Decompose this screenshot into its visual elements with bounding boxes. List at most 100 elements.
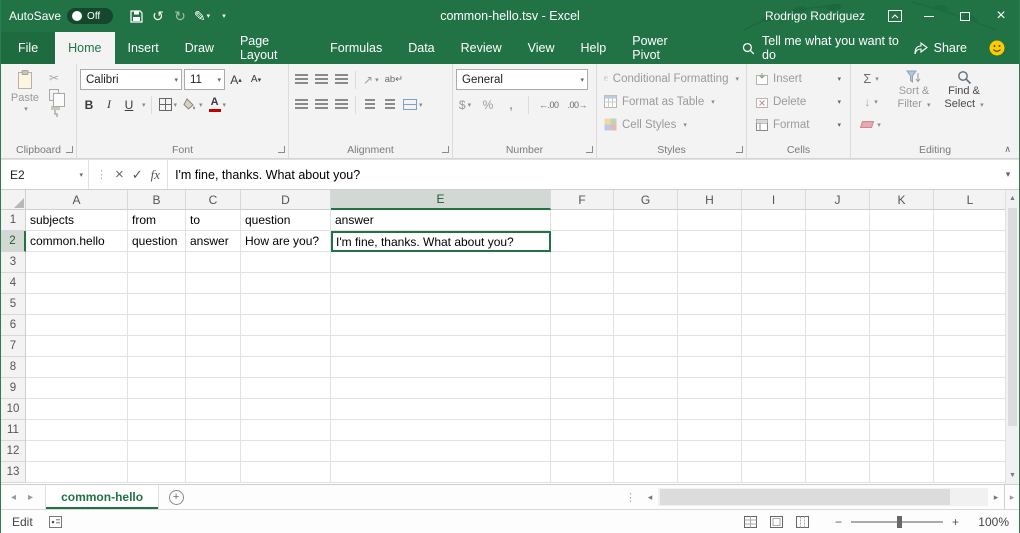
tab-draw[interactable]: Draw [172, 32, 227, 64]
insert-cells-button[interactable]: Insert ▾ [750, 67, 847, 90]
tab-insert[interactable]: Insert [115, 32, 172, 64]
cell-A2[interactable]: common.hello [26, 231, 128, 252]
cell-C12[interactable] [186, 441, 241, 462]
cell-K6[interactable] [870, 315, 934, 336]
cell-L9[interactable] [934, 378, 1005, 399]
fill-button[interactable]: ↓▾ [854, 90, 888, 113]
copy-button[interactable] [49, 89, 59, 101]
column-header-C[interactable]: C [186, 190, 241, 210]
delete-cells-button[interactable]: Delete ▾ [750, 90, 847, 113]
cell-K8[interactable] [870, 357, 934, 378]
clipboard-dialog-launcher[interactable] [66, 146, 73, 153]
user-name[interactable]: Rodrigo Rodriguez [765, 9, 865, 23]
cell-J1[interactable] [806, 210, 870, 231]
alignment-dialog-launcher[interactable] [442, 146, 449, 153]
cell-A11[interactable] [26, 420, 128, 441]
tab-help[interactable]: Help [568, 32, 620, 64]
scroll-up-button[interactable]: ▲ [1006, 190, 1019, 207]
cell-G12[interactable] [614, 441, 678, 462]
cell-B2[interactable]: question [128, 231, 186, 252]
align-center-button[interactable] [312, 95, 330, 115]
cancel-entry-button[interactable]: × [115, 166, 124, 183]
scroll-right-button[interactable]: ▸ [988, 485, 1004, 509]
conditional-formatting-button[interactable]: Conditional Formatting ▾ [600, 67, 743, 90]
zoom-out-button[interactable]: − [835, 515, 842, 529]
row-header-11[interactable]: 11 [1, 420, 26, 441]
cell-D12[interactable] [241, 441, 331, 462]
page-layout-view-button[interactable] [767, 513, 787, 531]
cell-I10[interactable] [742, 399, 806, 420]
cell-B3[interactable] [128, 252, 186, 273]
cell-G8[interactable] [614, 357, 678, 378]
decrease-decimal-button[interactable]: .00→ [566, 95, 590, 115]
cell-L11[interactable] [934, 420, 1005, 441]
cell-C3[interactable] [186, 252, 241, 273]
cell-G10[interactable] [614, 399, 678, 420]
autosave-pill[interactable]: Off [67, 8, 113, 24]
tab-view[interactable]: View [515, 32, 568, 64]
cell-K3[interactable] [870, 252, 934, 273]
cell-L5[interactable] [934, 294, 1005, 315]
row-header-13[interactable]: 13 [1, 462, 26, 483]
page-break-view-button[interactable] [793, 513, 813, 531]
cell-G2[interactable] [614, 231, 678, 252]
tab-scrollbar-splitter[interactable]: ⋮ [619, 485, 642, 509]
zoom-level[interactable]: 100% [971, 515, 1009, 529]
cell-G5[interactable] [614, 294, 678, 315]
cell-G13[interactable] [614, 462, 678, 483]
cell-B5[interactable] [128, 294, 186, 315]
cell-E6[interactable] [331, 315, 551, 336]
fill-color-button[interactable]: ▾ [181, 95, 205, 115]
percent-style-button[interactable]: % [479, 95, 497, 115]
cell-D8[interactable] [241, 357, 331, 378]
cell-D10[interactable] [241, 399, 331, 420]
cell-J4[interactable] [806, 273, 870, 294]
cell-K1[interactable] [870, 210, 934, 231]
cell-F13[interactable] [551, 462, 614, 483]
find-select-button[interactable]: Find & Select ▾ [940, 67, 988, 142]
column-header-E[interactable]: E [331, 190, 551, 210]
cell-A5[interactable] [26, 294, 128, 315]
cell-E4[interactable] [331, 273, 551, 294]
vertical-scrollbar[interactable]: ▲ ▼ [1005, 190, 1019, 484]
cell-G9[interactable] [614, 378, 678, 399]
cell-D5[interactable] [241, 294, 331, 315]
cell-B6[interactable] [128, 315, 186, 336]
row-header-4[interactable]: 4 [1, 273, 26, 294]
save-button[interactable] [125, 4, 147, 28]
tab-formulas[interactable]: Formulas [317, 32, 395, 64]
sheet-tab-common-hello[interactable]: common-hello [45, 485, 159, 509]
column-header-H[interactable]: H [678, 190, 742, 210]
cell-L6[interactable] [934, 315, 1005, 336]
cell-K11[interactable] [870, 420, 934, 441]
share-button[interactable]: Share [914, 32, 967, 64]
row-header-3[interactable]: 3 [1, 252, 26, 273]
cell-I7[interactable] [742, 336, 806, 357]
tell-me-search[interactable]: Tell me what you want to do [742, 32, 913, 64]
cell-E3[interactable] [331, 252, 551, 273]
cell-E1[interactable]: answer [331, 210, 551, 231]
scroll-left-button[interactable]: ◂ [642, 485, 658, 509]
font-size-combo[interactable]: 11 ▾ [184, 69, 225, 90]
cell-L8[interactable] [934, 357, 1005, 378]
feedback-button[interactable] [989, 32, 1005, 64]
row-header-7[interactable]: 7 [1, 336, 26, 357]
cell-C5[interactable] [186, 294, 241, 315]
cell-E11[interactable] [331, 420, 551, 441]
row-header-10[interactable]: 10 [1, 399, 26, 420]
row-header-12[interactable]: 12 [1, 441, 26, 462]
cell-I12[interactable] [742, 441, 806, 462]
cell-I13[interactable] [742, 462, 806, 483]
row-header-9[interactable]: 9 [1, 378, 26, 399]
decrease-font-size-button[interactable]: A▾ [247, 70, 265, 90]
previous-sheet-button[interactable]: ◂ [11, 492, 16, 503]
maximize-button[interactable] [947, 0, 983, 32]
tab-file[interactable]: File [1, 32, 55, 64]
customize-qat-button[interactable]: ▾ [213, 4, 235, 28]
cell-J13[interactable] [806, 462, 870, 483]
decrease-indent-button[interactable] [361, 95, 379, 115]
font-color-button[interactable]: A▾ [207, 95, 229, 115]
cell-B9[interactable] [128, 378, 186, 399]
cell-L10[interactable] [934, 399, 1005, 420]
number-dialog-launcher[interactable] [586, 146, 593, 153]
